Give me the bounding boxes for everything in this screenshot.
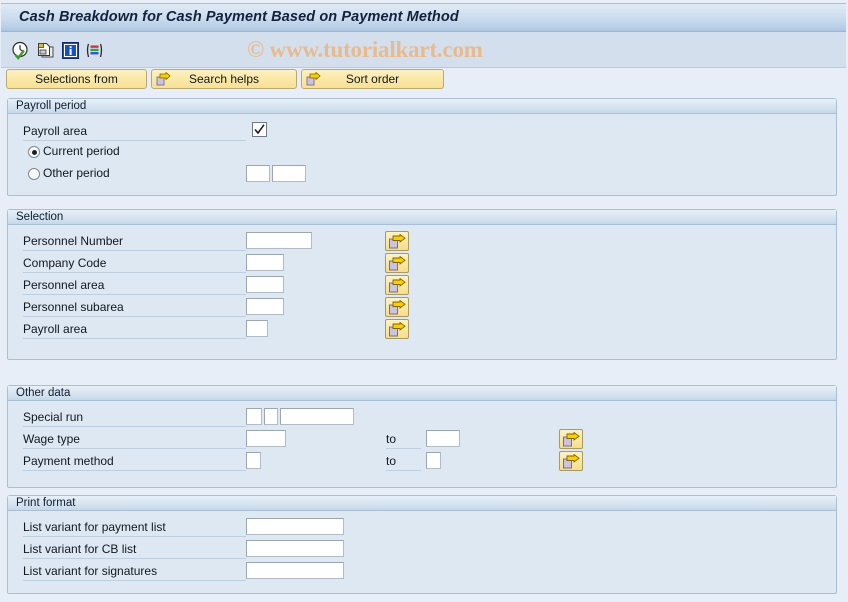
list-variant-payment-list-input[interactable]	[246, 518, 344, 535]
other-period-radio[interactable]	[28, 168, 40, 180]
company-code-input[interactable]	[246, 254, 284, 271]
wage-type-to-input[interactable]	[426, 430, 460, 447]
group-selection-title: Selection	[8, 210, 836, 225]
payment-method-from-input[interactable]	[246, 452, 261, 469]
label-underline	[23, 536, 246, 537]
layout-variant-icon[interactable]	[85, 41, 104, 60]
wage-type-to-label: to	[386, 432, 397, 446]
label-underline	[23, 140, 246, 141]
list-variant-signatures-label: List variant for signatures	[23, 564, 158, 578]
selections-from-button[interactable]: Selections from	[6, 69, 147, 89]
label-underline	[386, 470, 421, 471]
label-underline	[23, 558, 246, 559]
payment-method-to-input[interactable]	[426, 452, 441, 469]
application-toolbar: Selections from Search helps Sort order	[0, 69, 848, 91]
personnel-number-label: Personnel Number	[23, 234, 124, 248]
radio-dot	[31, 149, 37, 155]
group-other-data: Other data Special run Wage type to Paym…	[7, 385, 837, 488]
wage-type-label: Wage type	[23, 432, 80, 446]
label-underline	[23, 250, 246, 251]
personnel-subarea-label: Personnel subarea	[23, 300, 124, 314]
payroll-area-label: Payroll area	[23, 124, 88, 138]
company-code-multiple-selection-button[interactable]	[385, 253, 409, 273]
personnel-subarea-input[interactable]	[246, 298, 284, 315]
label-underline	[386, 448, 421, 449]
special-run-input-2[interactable]	[264, 408, 278, 425]
personnel-number-multiple-selection-button[interactable]	[385, 231, 409, 251]
label-underline	[23, 470, 246, 471]
special-run-input-1[interactable]	[246, 408, 262, 425]
wage-type-multiple-selection-button[interactable]	[559, 429, 583, 449]
payment-method-multiple-selection-button[interactable]	[559, 451, 583, 471]
personnel-subarea-multiple-selection-button[interactable]	[385, 297, 409, 317]
payroll-area-multiple-selection-button[interactable]	[385, 319, 409, 339]
search-helps-button[interactable]: Search helps	[151, 69, 297, 89]
group-payroll-period: Payroll period Payroll area Current peri…	[7, 98, 837, 196]
special-run-label: Special run	[23, 410, 84, 424]
label-underline	[23, 272, 246, 273]
payment-method-label: Payment method	[23, 454, 114, 468]
list-variant-cb-list-label: List variant for CB list	[23, 542, 137, 556]
payroll-area-selection-label: Payroll area	[23, 322, 88, 336]
label-underline	[23, 294, 246, 295]
sort-order-label: Sort order	[345, 72, 400, 86]
information-icon[interactable]	[61, 41, 80, 60]
payroll-area-checkbox[interactable]	[252, 122, 267, 137]
current-period-label: Current period	[43, 144, 120, 158]
page-title: Cash Breakdown for Cash Payment Based on…	[19, 9, 459, 25]
list-variant-signatures-input[interactable]	[246, 562, 344, 579]
personnel-area-input[interactable]	[246, 276, 284, 293]
special-run-input-3[interactable]	[280, 408, 354, 425]
icon-toolbar	[1, 32, 846, 68]
other-period-label: Other period	[43, 166, 110, 180]
other-period-input-2[interactable]	[272, 165, 306, 182]
payroll-area-selection-input[interactable]	[246, 320, 268, 337]
other-period-input-1[interactable]	[246, 165, 270, 182]
list-variant-cb-list-input[interactable]	[246, 540, 344, 557]
personnel-area-multiple-selection-button[interactable]	[385, 275, 409, 295]
group-payroll-period-title: Payroll period	[8, 99, 836, 114]
selections-from-label: Selections from	[35, 72, 118, 86]
window-title-bar: Cash Breakdown for Cash Payment Based on…	[1, 3, 846, 32]
group-selection: Selection Personnel Number Company Code …	[7, 209, 837, 360]
label-underline	[23, 580, 246, 581]
label-underline	[23, 448, 246, 449]
multiple-selection-icon[interactable]	[36, 41, 55, 60]
group-other-data-title: Other data	[8, 386, 836, 401]
execute-clock-icon[interactable]	[11, 41, 30, 60]
group-print-format: Print format List variant for payment li…	[7, 495, 837, 594]
wage-type-from-input[interactable]	[246, 430, 286, 447]
label-underline	[23, 426, 246, 427]
arrow-right-icon	[306, 71, 321, 90]
payment-method-to-label: to	[386, 454, 397, 468]
current-period-radio[interactable]	[28, 146, 40, 158]
list-variant-payment-list-label: List variant for payment list	[23, 520, 166, 534]
personnel-area-label: Personnel area	[23, 278, 105, 292]
group-print-format-title: Print format	[8, 496, 836, 511]
personnel-number-input[interactable]	[246, 232, 312, 249]
search-helps-label: Search helps	[188, 72, 260, 86]
company-code-label: Company Code	[23, 256, 107, 270]
label-underline	[23, 338, 246, 339]
arrow-right-icon	[156, 71, 171, 90]
label-underline	[23, 316, 246, 317]
sort-order-button[interactable]: Sort order	[301, 69, 444, 89]
